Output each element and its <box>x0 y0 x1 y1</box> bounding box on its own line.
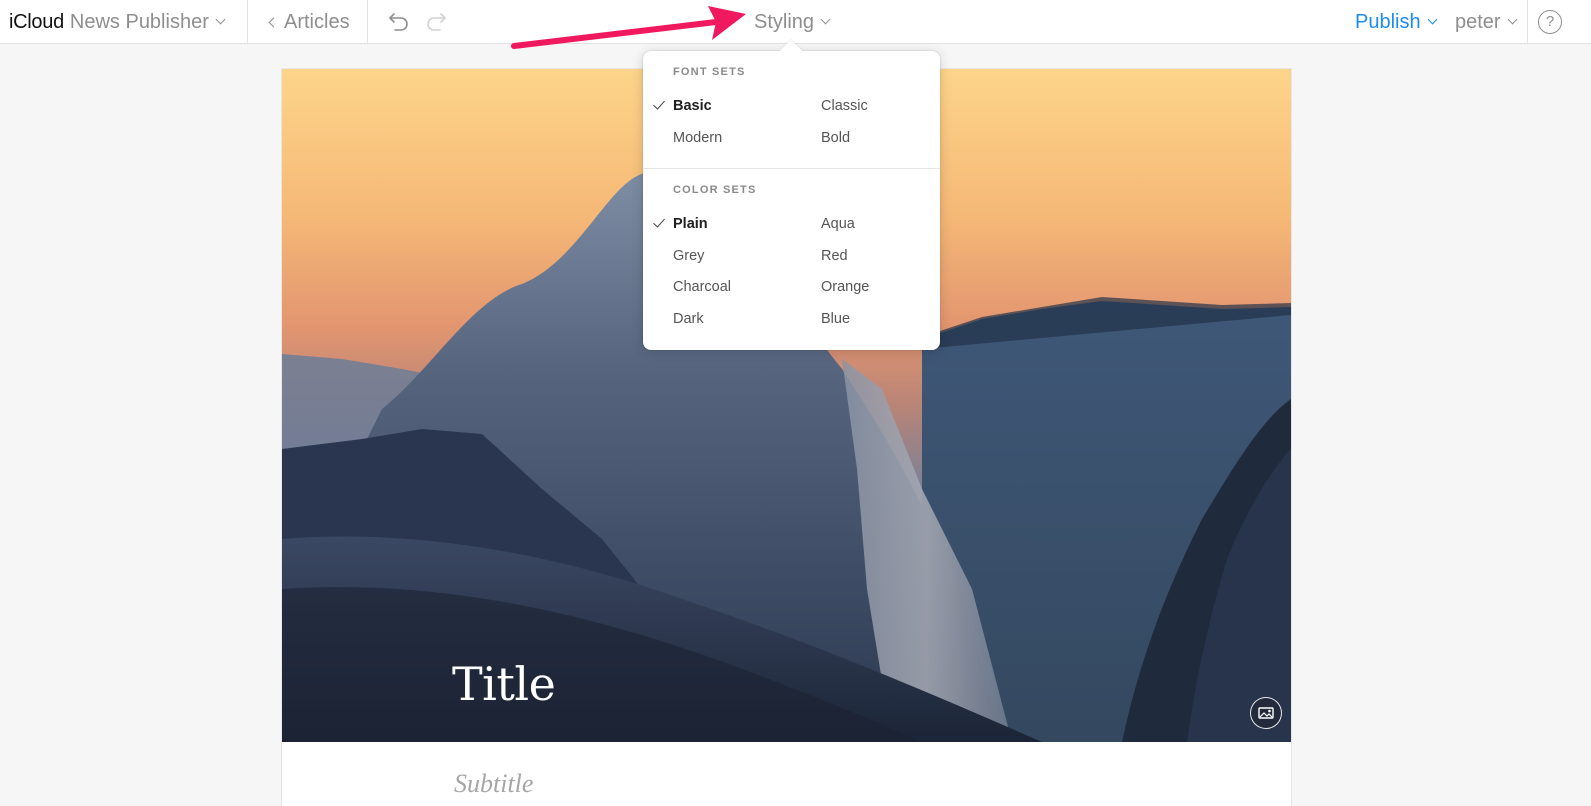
color-set-red[interactable]: Red <box>821 248 848 264</box>
color-set-charcoal[interactable]: Charcoal <box>673 279 731 295</box>
color-set-aqua[interactable]: Aqua <box>821 216 855 232</box>
font-sets-heading: FONT SETS <box>673 66 746 78</box>
redo-icon[interactable] <box>424 11 448 33</box>
font-set-bold[interactable]: Bold <box>821 130 850 146</box>
toolbar-divider <box>247 0 248 43</box>
publish-button[interactable]: Publish <box>1355 9 1438 35</box>
font-set-modern[interactable]: Modern <box>673 130 722 146</box>
color-set-grey[interactable]: Grey <box>673 248 704 264</box>
article-title[interactable]: Title <box>452 657 556 711</box>
styling-menu-button[interactable]: Styling <box>754 9 831 35</box>
publish-label: Publish <box>1355 10 1421 33</box>
color-sets-heading: COLOR SETS <box>673 184 757 196</box>
color-set-plain[interactable]: Plain <box>673 216 708 232</box>
app-switcher[interactable]: iCloud News Publisher <box>9 9 226 35</box>
icloud-logo-text: iCloud <box>9 10 64 33</box>
popover-divider <box>643 168 940 169</box>
image-icon[interactable] <box>1250 697 1282 729</box>
article-subtitle[interactable]: Subtitle <box>454 769 533 799</box>
back-to-articles-button[interactable]: Articles <box>268 9 350 35</box>
toolbar-divider <box>367 0 368 43</box>
help-icon[interactable]: ? <box>1538 10 1562 34</box>
chevron-down-icon <box>1427 14 1438 25</box>
checkmark-icon <box>653 215 665 228</box>
color-set-orange[interactable]: Orange <box>821 279 869 295</box>
chevron-down-icon <box>215 14 226 25</box>
chevron-left-icon <box>268 17 279 27</box>
chevron-down-icon <box>1507 14 1518 25</box>
user-name: peter <box>1455 10 1501 33</box>
user-menu-button[interactable]: peter <box>1455 9 1518 35</box>
image-icon-glyph <box>1258 707 1274 719</box>
app-name: News Publisher <box>69 10 209 33</box>
chevron-down-icon <box>820 14 831 25</box>
toolbar-divider <box>1527 0 1528 43</box>
styling-popover: FONT SETS Basic Classic Modern Bold COLO… <box>643 39 940 350</box>
top-toolbar: iCloud News Publisher Articles Styling P… <box>0 0 1591 44</box>
color-set-dark[interactable]: Dark <box>673 311 704 327</box>
checkmark-icon <box>653 97 665 110</box>
styling-label: Styling <box>754 10 815 33</box>
font-set-basic[interactable]: Basic <box>673 98 712 114</box>
color-set-blue[interactable]: Blue <box>821 311 850 327</box>
undo-icon[interactable] <box>387 11 411 33</box>
font-set-classic[interactable]: Classic <box>821 98 868 114</box>
back-label: Articles <box>284 10 350 33</box>
